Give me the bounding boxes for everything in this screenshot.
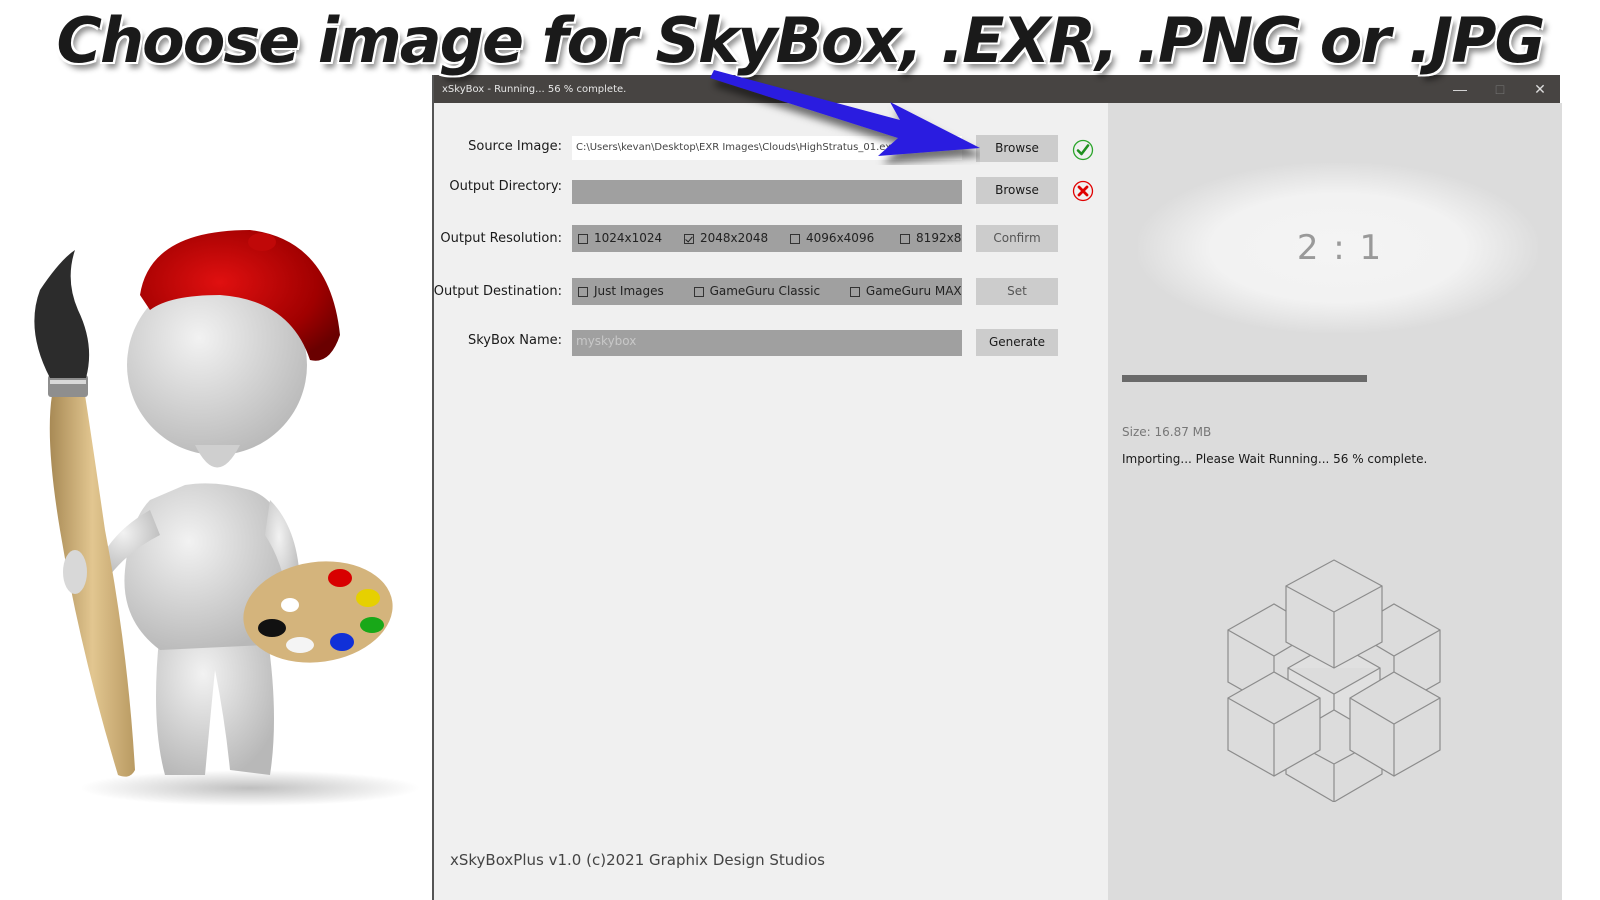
app-window: xSkyBox - Running... 56 % complete. — □ … <box>432 75 1562 900</box>
output-browse-button[interactable]: Browse <box>976 177 1058 204</box>
set-button[interactable]: Set <box>976 278 1058 305</box>
option-label: 2048x2048 <box>700 231 769 245</box>
checkbox[interactable] <box>578 286 588 297</box>
option-label: GameGuru Classic <box>709 284 821 298</box>
footer-copyright: xSkyBoxPlus v1.0 (c)2021 Graphix Design … <box>450 851 825 869</box>
option-label: GameGuru MAX <box>865 284 962 298</box>
destination-option-gameguru-max[interactable]: GameGuru MAX <box>849 278 962 305</box>
resolution-option-4096[interactable]: 4096x4096 <box>790 225 874 252</box>
artist-illustration <box>34 230 420 806</box>
annotation-arrow <box>710 70 980 156</box>
confirm-button[interactable]: Confirm <box>976 225 1058 252</box>
aspect-ratio-text: 2 : 1 <box>1296 228 1384 268</box>
option-label: 4096x4096 <box>806 231 875 245</box>
progress-bar <box>1122 375 1367 382</box>
checkbox[interactable] <box>693 286 704 297</box>
file-size-text: Size: 16.87 MB <box>1122 425 1212 439</box>
checkbox[interactable] <box>684 233 695 244</box>
progress-fill <box>1122 375 1367 382</box>
resolution-option-1024[interactable]: 1024x1024 <box>578 225 662 252</box>
headline-banner: Choose image for SkyBox, .EXR, .PNG or .… <box>56 4 1546 77</box>
output-resolution-label: Output Resolution: <box>440 231 562 246</box>
cube-cluster-logo <box>1227 559 1441 802</box>
preview-pane: 2 : 1 Size: 16.87 MB Importing... Please… <box>1108 103 1562 900</box>
skybox-name-label: SkyBox Name: <box>467 333 562 348</box>
output-directory-field[interactable] <box>572 180 962 204</box>
option-label: Just Images <box>594 284 664 298</box>
generate-button[interactable]: Generate <box>976 329 1058 356</box>
x-circle-icon <box>1072 180 1094 202</box>
output-destination-label: Output Destination: <box>433 284 562 299</box>
destination-option-just-images[interactable]: Just Images <box>578 278 664 305</box>
resolution-option-2048[interactable]: 2048x2048 <box>684 225 768 252</box>
option-label: 1024x1024 <box>594 231 663 245</box>
destination-options: Just Images GameGuru Classic GameGuru MA… <box>572 278 962 305</box>
source-image-label: Source Image: <box>468 139 562 154</box>
status-text: Importing... Please Wait Running... 56 %… <box>1122 452 1428 466</box>
destination-option-gameguru-classic[interactable]: GameGuru Classic <box>693 278 821 305</box>
check-circle-icon <box>1072 139 1094 161</box>
checkbox[interactable] <box>900 233 911 244</box>
resolution-option-8192[interactable]: 8192x8192 <box>900 225 962 252</box>
option-label: 8192x8192 <box>916 231 962 245</box>
window-title: xSkyBox - Running... 56 % complete. <box>442 84 627 95</box>
checkbox[interactable] <box>790 233 801 244</box>
source-browse-button[interactable]: Browse <box>976 135 1058 162</box>
checkbox[interactable] <box>578 233 588 244</box>
output-directory-label: Output Directory: <box>449 179 562 194</box>
resolution-options: 1024x1024 2048x2048 4096x4096 8192x8192 <box>572 225 962 252</box>
checkbox[interactable] <box>849 286 860 297</box>
settings-pane: Source Image: C:\Users\kevan\Desktop\EXR… <box>434 103 1108 900</box>
skybox-name-input[interactable]: myskybox <box>572 330 962 356</box>
